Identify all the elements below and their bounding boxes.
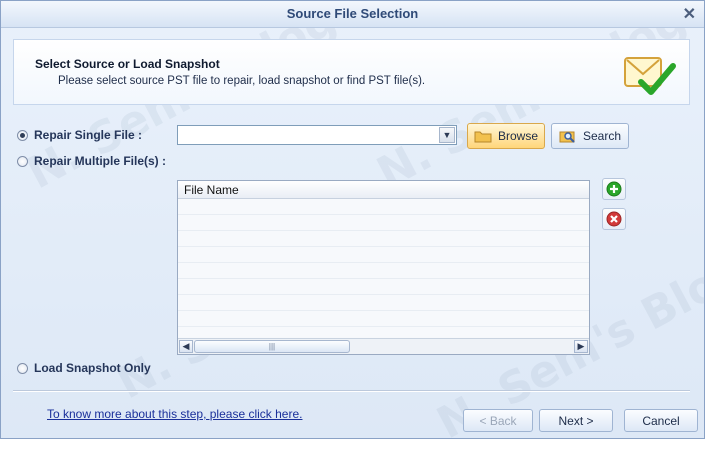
scroll-right-icon[interactable]: ▶ (574, 340, 588, 353)
add-icon (606, 181, 622, 197)
radio-label: Repair Multiple File(s) : (34, 154, 167, 168)
header-subtitle: Please select source PST file to repair,… (58, 75, 426, 87)
remove-icon (606, 211, 622, 227)
file-list-rows (178, 199, 589, 337)
remove-file-button[interactable] (602, 208, 626, 230)
radio-repair-multiple[interactable]: Repair Multiple File(s) : (17, 154, 166, 168)
next-label: Next > (558, 413, 594, 428)
column-header-file-name[interactable]: File Name (178, 181, 589, 199)
browse-label: Browse (497, 129, 538, 143)
close-icon[interactable]: ✕ (683, 4, 696, 24)
search-label: Search (582, 129, 622, 143)
scroll-left-icon[interactable]: ◀ (179, 340, 193, 353)
radio-button[interactable] (17, 362, 28, 374)
folder-icon (474, 131, 492, 143)
radio-load-snapshot[interactable]: Load Snapshot Only (17, 361, 151, 375)
file-list[interactable]: File Name ◀ ||| ▶ (177, 180, 590, 355)
cancel-button[interactable]: Cancel (624, 409, 698, 432)
mail-check-icon (624, 57, 676, 95)
title-bar: Source File Selection ✕ (1, 1, 704, 28)
browse-button[interactable]: Browse (467, 123, 545, 149)
cancel-label: Cancel (642, 413, 680, 428)
back-label: < Back (479, 413, 517, 428)
next-button[interactable]: Next > (539, 409, 613, 432)
help-link[interactable]: To know more about this step, please cli… (47, 407, 302, 421)
radio-label: Load Snapshot Only (34, 361, 151, 375)
back-button[interactable]: < Back (463, 409, 533, 432)
source-file-combobox[interactable]: ▼ (177, 125, 457, 145)
source-file-selection-dialog: N. Sem's Blog N. Sem's Blog N. Sem's Blo… (0, 0, 705, 449)
header-title: Select Source or Load Snapshot (35, 57, 220, 71)
footer-divider (13, 390, 690, 392)
radio-repair-single[interactable]: Repair Single File : (17, 128, 142, 142)
radio-button[interactable] (17, 155, 28, 167)
header-panel: Select Source or Load Snapshot Please se… (13, 39, 690, 105)
radio-label: Repair Single File : (34, 128, 143, 142)
radio-button[interactable] (17, 129, 28, 141)
search-folder-icon (559, 131, 575, 143)
chevron-down-icon[interactable]: ▼ (439, 127, 455, 143)
horizontal-scrollbar[interactable]: ◀ ||| ▶ (178, 338, 589, 354)
search-button[interactable]: Search (551, 123, 629, 149)
window-title: Source File Selection (286, 6, 419, 21)
scroll-thumb[interactable]: ||| (194, 340, 350, 353)
add-file-button[interactable] (602, 178, 626, 200)
